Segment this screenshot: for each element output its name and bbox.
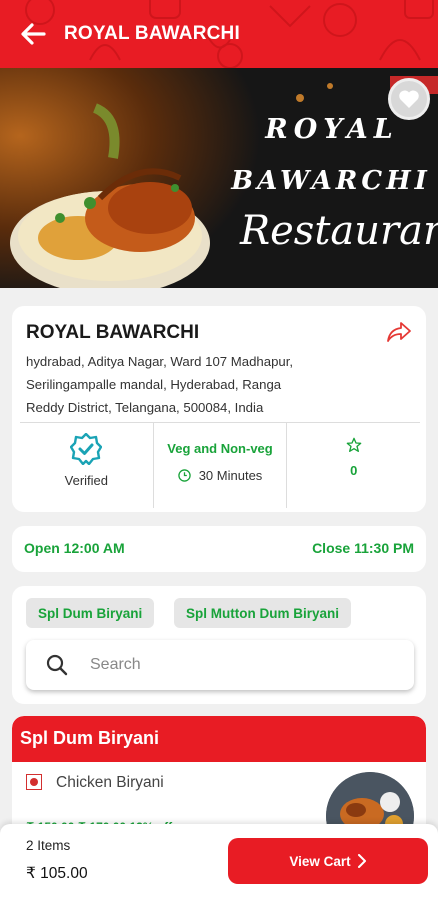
- food-type-stat: Veg and Non-veg 30 Minutes: [154, 423, 288, 508]
- share-button[interactable]: [386, 320, 412, 344]
- banner-text-royal: ROYAL: [265, 114, 399, 145]
- verified-label: Verified: [64, 473, 109, 488]
- category-chip-spl-dum-biryani[interactable]: Spl Dum Biryani: [26, 598, 155, 628]
- menu-filter-card: Spl Dum Biryani Spl Mutton Dum Biryani: [12, 586, 426, 704]
- non-veg-indicator-icon: [26, 774, 42, 790]
- menu-section-title: Spl Dum Biryani: [20, 728, 160, 748]
- close-time: Close 11:30 PM: [312, 540, 414, 556]
- search-icon: [46, 654, 68, 676]
- food-type-label: Veg and Non-veg: [167, 441, 273, 456]
- verified-stat: Verified: [20, 423, 154, 508]
- menu-item-name[interactable]: Chicken Biryani: [56, 774, 164, 792]
- header-title: ROYAL BAWARCHI: [64, 23, 240, 44]
- restaurant-stats: Verified Veg and Non-veg 30 Minutes 0: [20, 422, 420, 508]
- cart-total: ₹ 105.00: [26, 865, 88, 882]
- category-chip-spl-mutton-dum-biryani[interactable]: Spl Mutton Dum Biryani: [174, 598, 351, 628]
- verified-badge-icon: [70, 433, 103, 465]
- delivery-time-label: 30 Minutes: [198, 468, 263, 483]
- restaurant-address: hydrabad, Aditya Nagar, Ward 107 Madhapu…: [26, 354, 294, 415]
- arrow-left-icon: [21, 23, 46, 45]
- restaurant-name: ROYAL BAWARCHI: [26, 322, 200, 343]
- view-cart-label: View Cart: [289, 853, 351, 869]
- search-input[interactable]: [90, 656, 370, 674]
- heart-icon: [399, 90, 419, 108]
- opening-hours-card: Open 12:00 AM Close 11:30 PM: [12, 526, 426, 572]
- banner-text-bawarchi: BAWARCHI: [231, 166, 431, 196]
- restaurant-banner: ROYAL BAWARCHI Restaurant: [0, 68, 438, 288]
- back-button[interactable]: [6, 0, 60, 68]
- menu-section-header: Spl Dum Biryani: [12, 716, 426, 762]
- cart-item-count: 2 Items: [26, 838, 71, 853]
- banner-text-restaurant: Restaurant: [240, 208, 438, 254]
- chevron-right-icon: [357, 854, 366, 868]
- open-time: Open 12:00 AM: [24, 540, 125, 556]
- cart-summary-bar: 2 Items ₹ 105.00 View Cart: [0, 824, 438, 900]
- clock-icon: [177, 469, 191, 482]
- share-icon: [387, 322, 411, 342]
- delivery-time: 30 Minutes: [177, 468, 263, 483]
- view-cart-button[interactable]: View Cart: [228, 838, 428, 884]
- rating-value: 0: [350, 463, 358, 478]
- search-bar[interactable]: [26, 640, 414, 690]
- restaurant-info-card: ROYAL BAWARCHI hydrabad, Aditya Nagar, W…: [12, 306, 426, 512]
- app-header: ROYAL BAWARCHI: [0, 0, 438, 68]
- star-icon: [346, 437, 362, 452]
- rating-stat: 0: [287, 423, 420, 508]
